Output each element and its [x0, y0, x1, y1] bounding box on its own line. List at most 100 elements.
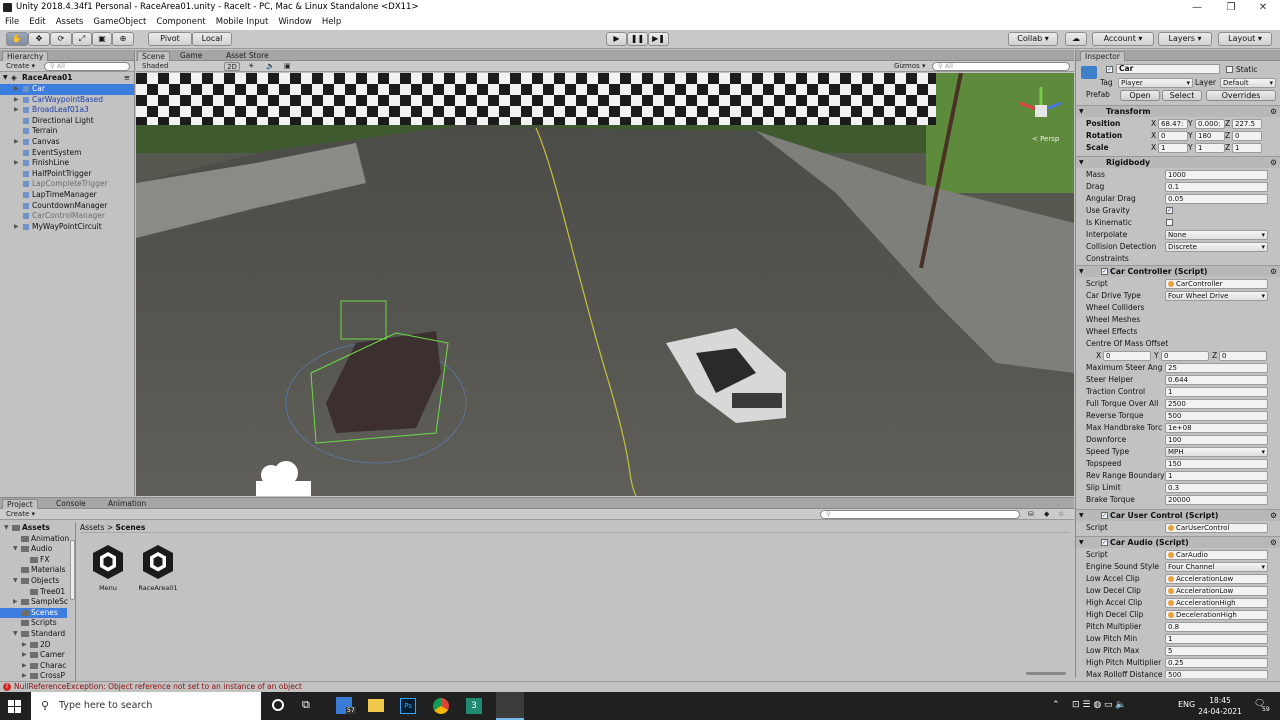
cloud-icon[interactable]: ☁: [1065, 32, 1087, 46]
tab-console[interactable]: Console: [52, 499, 90, 509]
vector-field-x[interactable]: 1: [1158, 143, 1188, 153]
car-audio-header[interactable]: ▼ ✓ Car Audio (Script) ⚙: [1076, 536, 1280, 548]
property-value-field[interactable]: 1: [1165, 634, 1268, 644]
com-field-x[interactable]: 0: [1103, 351, 1151, 361]
effects-toggle-icon[interactable]: ▣: [284, 62, 291, 71]
persp-label[interactable]: < Persp: [1032, 135, 1060, 143]
foldout-arrow-icon[interactable]: ▼: [1079, 266, 1084, 277]
scene-root-row[interactable]: ▼ ◈ RaceArea01 ≡: [0, 73, 134, 84]
prefab-overrides-dropdown[interactable]: Overrides: [1206, 90, 1276, 101]
prefab-select-button[interactable]: Select: [1162, 90, 1202, 101]
status-bar[interactable]: ! NullReferenceException: Object referen…: [0, 681, 1280, 692]
pivot-toggle[interactable]: Pivot: [148, 32, 192, 46]
property-value-field[interactable]: 500: [1165, 411, 1268, 421]
object-name-field[interactable]: Car: [1116, 64, 1220, 74]
menu-assets[interactable]: Assets: [51, 16, 89, 28]
tab-project[interactable]: Project: [2, 499, 38, 509]
property-value-field[interactable]: 0.1: [1165, 182, 1268, 192]
folder-expand-icon[interactable]: ▶: [13, 597, 18, 607]
property-value-field[interactable]: 500: [1165, 670, 1268, 678]
gizmos-dropdown[interactable]: Gizmos ▾: [894, 62, 926, 71]
property-value-field[interactable]: 25: [1165, 363, 1268, 373]
lighting-toggle-icon[interactable]: ☀: [248, 62, 254, 71]
rect-tool-icon[interactable]: ▣: [92, 32, 112, 46]
hierarchy-item[interactable]: ▶ MyWayPointCircuit: [0, 222, 134, 233]
foldout-arrow-icon[interactable]: ▼: [1079, 106, 1084, 117]
play-button[interactable]: ▶: [606, 32, 627, 46]
scene-search-input[interactable]: ⚲ All: [932, 62, 1070, 71]
scene-options-icon[interactable]: ≡: [124, 73, 130, 83]
rigidbody-header[interactable]: ▼ Rigidbody ⚙: [1076, 156, 1280, 168]
vector-field-z[interactable]: 0: [1232, 131, 1262, 141]
language-indicator[interactable]: ENG: [1178, 700, 1195, 709]
car-user-control-header[interactable]: ▼ ✓ Car User Control (Script) ⚙: [1076, 509, 1280, 521]
project-folder[interactable]: Materials: [0, 565, 67, 576]
vector-field-y[interactable]: 180: [1195, 131, 1225, 141]
hierarchy-item[interactable]: ▶ BroadLeaf01a3: [0, 105, 134, 116]
project-folder[interactable]: ▼ Objects: [0, 576, 67, 587]
tree-scrollbar[interactable]: [70, 540, 75, 600]
menu-mobile-input[interactable]: Mobile Input: [211, 16, 274, 28]
hierarchy-item[interactable]: HalfPointTrigger: [0, 169, 134, 180]
hierarchy-item[interactable]: LapTimeManager: [0, 190, 134, 201]
property-value-field[interactable]: 0.3: [1165, 483, 1268, 493]
property-value-field[interactable]: None: [1165, 230, 1268, 240]
property-value-field[interactable]: DecelerationHigh: [1165, 610, 1268, 620]
folder-expand-icon[interactable]: ▼: [13, 629, 18, 639]
property-value-field[interactable]: 1000: [1165, 170, 1268, 180]
expand-arrow-icon[interactable]: ▶: [14, 84, 19, 94]
folder-expand-icon[interactable]: ▶: [22, 661, 27, 671]
folder-expand-icon[interactable]: ▶: [22, 650, 27, 660]
hierarchy-item[interactable]: Terrain: [0, 126, 134, 137]
tab-scene[interactable]: Scene: [137, 51, 170, 61]
property-value-field[interactable]: 0.8: [1165, 622, 1268, 632]
folder-expand-icon[interactable]: ▼: [13, 576, 18, 586]
menu-edit[interactable]: Edit: [24, 16, 50, 28]
component-settings-icon[interactable]: ⚙: [1270, 106, 1277, 117]
component-settings-icon[interactable]: ⚙: [1270, 266, 1277, 277]
unity-taskbar-icon[interactable]: [496, 692, 524, 720]
hierarchy-item[interactable]: ▶ Canvas: [0, 137, 134, 148]
property-value-field[interactable]: Discrete: [1165, 242, 1268, 252]
property-checkbox[interactable]: [1166, 219, 1173, 226]
vector-field-x[interactable]: 68.47:: [1158, 119, 1188, 129]
tab-asset-store[interactable]: Asset Store: [222, 51, 273, 61]
folder-expand-icon[interactable]: ▶: [22, 671, 27, 681]
layers-dropdown[interactable]: Layers ▾: [1158, 32, 1212, 46]
hierarchy-item[interactable]: LapCompleteTrigger: [0, 179, 134, 190]
app-3-icon[interactable]: 3: [466, 698, 482, 714]
property-value-field[interactable]: 5: [1165, 646, 1268, 656]
tab-hierarchy[interactable]: Hierarchy: [2, 51, 49, 61]
chrome-icon[interactable]: [433, 698, 449, 714]
hierarchy-item[interactable]: Directional Light: [0, 116, 134, 127]
vector-field-z[interactable]: 1: [1232, 143, 1262, 153]
component-enabled-checkbox[interactable]: ✓: [1101, 539, 1108, 546]
foldout-arrow-icon[interactable]: ▼: [1079, 537, 1084, 548]
tag-dropdown[interactable]: Player: [1118, 78, 1193, 88]
property-value-field[interactable]: 1: [1165, 471, 1268, 481]
collab-dropdown[interactable]: Collab ▾: [1008, 32, 1058, 46]
hierarchy-item[interactable]: ▶ FinishLine: [0, 158, 134, 169]
hierarchy-item[interactable]: ▶ Car: [0, 84, 134, 95]
expand-arrow-icon[interactable]: ▶: [14, 137, 19, 147]
expand-arrow-icon[interactable]: ▶: [14, 158, 19, 168]
vector-field-x[interactable]: 0: [1158, 131, 1188, 141]
project-folder[interactable]: ▶ Charac: [0, 661, 67, 672]
vector-field-y[interactable]: 0.000:: [1195, 119, 1225, 129]
component-enabled-checkbox[interactable]: ✓: [1101, 512, 1108, 519]
property-value-field[interactable]: 100: [1165, 435, 1268, 445]
menu-window[interactable]: Window: [273, 16, 317, 28]
windows-start-icon[interactable]: [8, 700, 21, 713]
file-explorer-icon[interactable]: [368, 699, 384, 712]
photoshop-icon[interactable]: Ps: [400, 698, 416, 714]
transform-header[interactable]: ▼ Transform ⚙: [1076, 105, 1280, 117]
vector-field-y[interactable]: 1: [1195, 143, 1225, 153]
folder-expand-icon[interactable]: ▶: [22, 640, 27, 650]
expand-arrow-icon[interactable]: ▶: [14, 95, 19, 105]
clock-date[interactable]: 24-04-2021: [1196, 707, 1244, 716]
com-field-y[interactable]: 0: [1161, 351, 1209, 361]
vector-field-z[interactable]: 227.5: [1232, 119, 1262, 129]
shading-mode-dropdown[interactable]: Shaded: [142, 62, 168, 71]
property-value-field[interactable]: 0.644: [1165, 375, 1268, 385]
project-folder[interactable]: FX: [0, 555, 67, 566]
